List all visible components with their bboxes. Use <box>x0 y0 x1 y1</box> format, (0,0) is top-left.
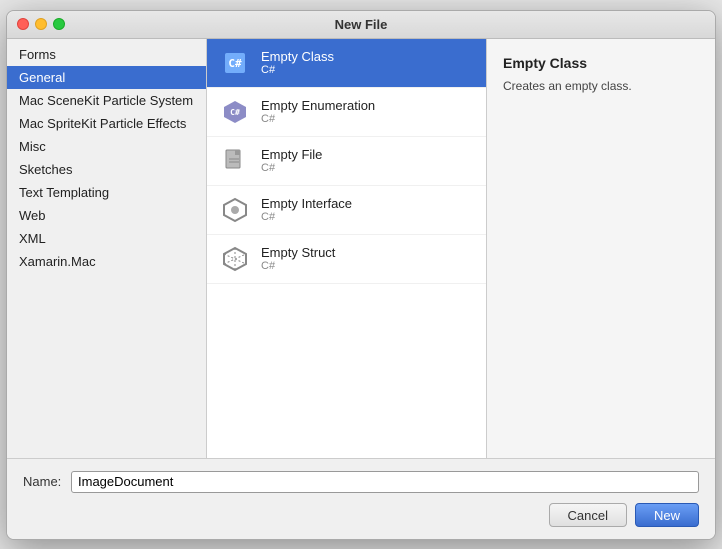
sidebar-item-mac-spritekit[interactable]: Mac SpriteKit Particle Effects <box>7 112 206 135</box>
svg-text:C#: C# <box>230 108 240 117</box>
file-sub-empty-interface: C# <box>261 211 352 223</box>
maximize-button[interactable] <box>53 18 65 30</box>
file-item-empty-struct[interactable]: Empty StructC# <box>207 235 486 284</box>
new-button[interactable]: New <box>635 503 699 527</box>
file-sub-empty-class: C# <box>261 64 334 76</box>
window-title: New File <box>335 17 388 32</box>
sidebar-item-web[interactable]: Web <box>7 204 206 227</box>
close-button[interactable] <box>17 18 29 30</box>
file-sub-empty-struct: C# <box>261 260 335 272</box>
struct-icon <box>219 243 251 275</box>
detail-title: Empty Class <box>503 55 699 71</box>
titlebar-buttons <box>17 18 65 30</box>
sidebar-item-misc[interactable]: Misc <box>7 135 206 158</box>
sidebar-item-forms[interactable]: Forms <box>7 43 206 66</box>
file-item-empty-class[interactable]: C# Empty ClassC# <box>207 39 486 88</box>
sidebar-item-sketches[interactable]: Sketches <box>7 158 206 181</box>
sidebar: FormsGeneralMac SceneKit Particle System… <box>7 39 207 458</box>
bottom-bar: Name: Cancel New <box>7 458 715 539</box>
file-name-empty-struct: Empty Struct <box>261 245 335 260</box>
file-name-empty-enumeration: Empty Enumeration <box>261 98 375 113</box>
sidebar-item-mac-scenekit[interactable]: Mac SceneKit Particle System <box>7 89 206 112</box>
file-sub-empty-file: C# <box>261 162 322 174</box>
file-name-empty-class: Empty Class <box>261 49 334 64</box>
detail-description: Creates an empty class. <box>503 77 699 95</box>
svg-text:C#: C# <box>228 57 242 70</box>
file-item-empty-interface[interactable]: Empty InterfaceC# <box>207 186 486 235</box>
class-icon: C# <box>219 47 251 79</box>
panels: FormsGeneralMac SceneKit Particle System… <box>7 39 715 458</box>
sidebar-item-xml[interactable]: XML <box>7 227 206 250</box>
file-sub-empty-enumeration: C# <box>261 113 375 125</box>
interface-icon <box>219 194 251 226</box>
window: New File FormsGeneralMac SceneKit Partic… <box>6 10 716 540</box>
content-area: FormsGeneralMac SceneKit Particle System… <box>7 39 715 539</box>
file-list: C# Empty ClassC# C# Empty EnumerationC# … <box>207 39 487 458</box>
minimize-button[interactable] <box>35 18 47 30</box>
button-row: Cancel New <box>23 503 699 527</box>
name-row: Name: <box>23 471 699 493</box>
file-icon <box>219 145 251 177</box>
sidebar-item-xamarin-mac[interactable]: Xamarin.Mac <box>7 250 206 273</box>
name-input[interactable] <box>71 471 699 493</box>
titlebar: New File <box>7 11 715 39</box>
file-item-empty-enumeration[interactable]: C# Empty EnumerationC# <box>207 88 486 137</box>
file-name-empty-interface: Empty Interface <box>261 196 352 211</box>
name-label: Name: <box>23 474 63 489</box>
sidebar-item-general[interactable]: General <box>7 66 206 89</box>
file-name-empty-file: Empty File <box>261 147 322 162</box>
enum-icon: C# <box>219 96 251 128</box>
detail-panel: Empty Class Creates an empty class. <box>487 39 715 458</box>
file-item-empty-file[interactable]: Empty FileC# <box>207 137 486 186</box>
sidebar-item-text-templating[interactable]: Text Templating <box>7 181 206 204</box>
cancel-button[interactable]: Cancel <box>549 503 627 527</box>
